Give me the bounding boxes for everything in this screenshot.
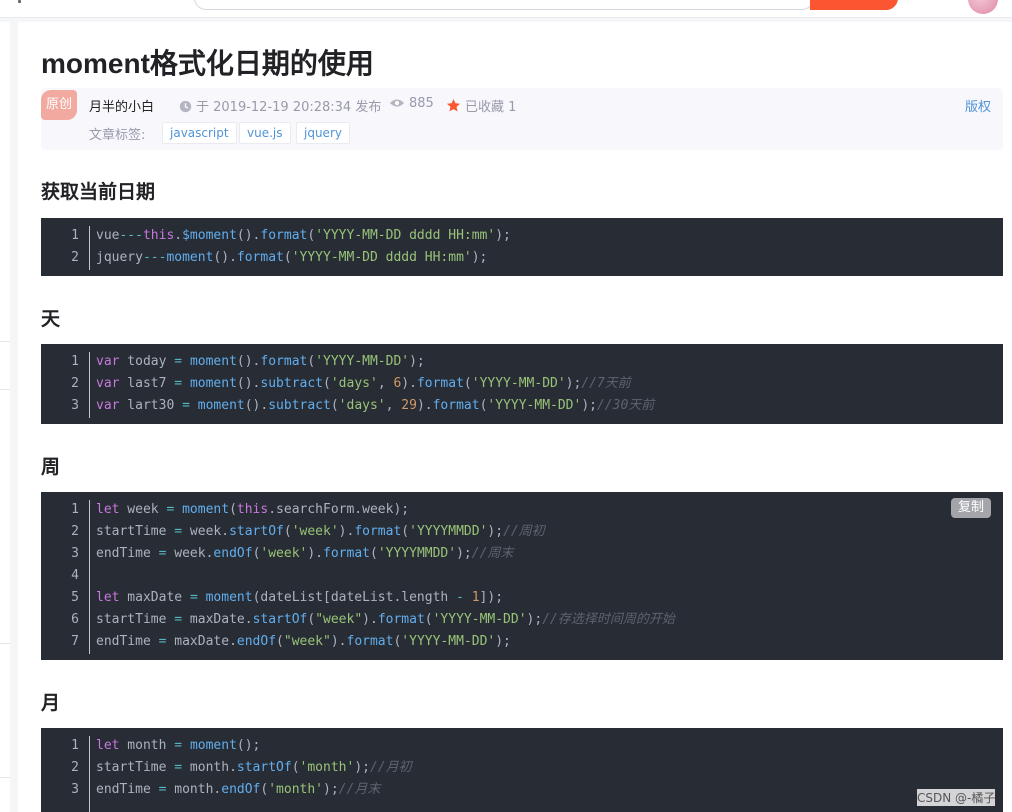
left-sidebar [0,22,10,812]
user-avatar[interactable] [968,0,998,14]
top-navbar [0,0,1012,18]
section-heading: 获取当前日期 [41,181,156,203]
code-block: 1 var today = moment().format('YYYY-MM-DD… [41,344,1003,424]
copyright-link[interactable]: 版权 [965,96,991,115]
search-button[interactable] [810,0,898,10]
search-input[interactable] [194,0,814,10]
code-line: 6 startTime = maxDate.startOf("week").for… [41,609,1003,631]
code-line: 3 endTime = month.endOf('month');//月末 [41,779,1003,801]
clock-icon [179,100,192,113]
code-line: 3 var lart30 = moment().subtract('days', … [41,395,1003,417]
article: moment格式化日期的使用 原创 月半的小白 于 2019-12-19 20:… [18,22,1012,812]
collect-button[interactable]: 已收藏 1 [446,96,516,115]
code-line: 7 endTime = maxDate.endOf("week").format(… [41,631,1003,653]
line-number: 3 [71,546,79,561]
sidebar-card [0,394,10,644]
line-number: 1 [71,228,79,243]
line-number: 3 [71,782,79,797]
code-line: 3 endTime = week.endOf('week').format('YY… [41,543,1003,565]
sidebar-card [0,344,10,390]
sidebar-card [0,22,10,342]
article-meta: 原创 月半的小白 于 2019-12-19 20:28:34 发布 885 已收… [41,88,1003,150]
line-number: 2 [71,524,79,539]
tag-jquery[interactable]: jquery [296,122,350,144]
view-count-text: 885 [409,96,434,111]
author-link[interactable]: 月半的小白 [89,96,154,115]
tags-label: 文章标签: [89,128,146,143]
section-heading: 周 [41,456,61,478]
line-number: 2 [71,376,79,391]
code-line: 1 let month = moment(); [41,735,1003,757]
publish-time-text: 于 2019-12-19 20:28:34 发布 [196,100,382,115]
code-block: 1 vue---this.$moment().format('YYYY-MM-DD… [41,218,1003,276]
code-block: 1 let month = moment(); 2 startTime = mont… [41,728,1003,812]
code-line: 1 var today = moment().format('YYYY-MM-DD… [41,351,1003,373]
tag-javascript[interactable]: javascript [162,122,237,144]
code-line: 2 startTime = month.startOf('month');//月初 [41,757,1003,779]
sidebar-card [0,648,10,778]
tag-vuejs[interactable]: vue.js [239,122,291,144]
section-heading: 天 [41,308,61,330]
collect-text: 已收藏 1 [465,100,517,115]
article-title: moment格式化日期的使用 [41,48,374,79]
csdn-watermark: CSDN @-橘子 [917,789,996,806]
line-number: 4 [71,568,79,583]
eye-icon [389,99,405,107]
view-count: 885 [389,96,434,111]
code-line: 2 var last7 = moment().subtract('days', 6… [41,373,1003,395]
publish-time: 于 2019-12-19 20:28:34 发布 [179,96,381,115]
code-line: 4 [41,565,1003,587]
section-heading: 月 [41,692,61,714]
line-number: 1 [71,354,79,369]
code-block: 复制 1 let week = moment(this.searchForm.we… [41,492,1003,660]
line-number: 6 [71,612,79,627]
code-line: 5 let maxDate = moment(dateList[dateList.… [41,587,1003,609]
line-number: 7 [71,634,79,649]
nav-dot [18,0,21,3]
line-number: 5 [71,590,79,605]
line-number: 1 [71,502,79,517]
code-line: 1 vue---this.$moment().format('YYYY-MM-DD… [41,225,1003,247]
line-number: 1 [71,738,79,753]
star-icon [446,98,461,112]
line-number: 2 [71,760,79,775]
code-line: 1 let week = moment(this.searchForm.week)… [41,499,1003,521]
original-badge: 原创 [41,90,77,120]
code-line: 2 jquery---moment().format('YYYY-MM-DD dd… [41,247,1003,269]
code-line: 2 startTime = week.startOf('week').format… [41,521,1003,543]
line-number: 2 [71,250,79,265]
line-number: 3 [71,398,79,413]
